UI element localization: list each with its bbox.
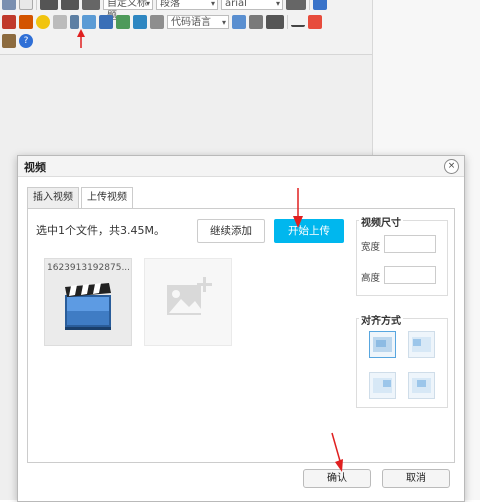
tab-insert-video[interactable]: 插入视频 <box>27 187 79 208</box>
width-label: 宽度 <box>361 242 381 253</box>
font-size-icon[interactable] <box>286 0 306 10</box>
file-name: 1623913192875... <box>47 263 129 273</box>
indent-dropdown-icon[interactable] <box>61 0 79 10</box>
code-language-select[interactable]: 代码语言 ▾ <box>167 15 229 29</box>
font-select[interactable]: arial ▾ <box>221 0 283 10</box>
scrawl-icon[interactable] <box>53 15 67 29</box>
align-center-icon <box>412 378 431 393</box>
chevron-down-icon: ▾ <box>210 0 215 8</box>
align-dropdown-icon[interactable] <box>40 0 58 10</box>
align-right-option[interactable] <box>369 372 396 399</box>
title-select[interactable]: 自定义标题▾ <box>103 0 153 22</box>
editor-toolbar: 自定义标题▾ 段落 ▾ arial ▾ 代码语言 ▾ ? <box>0 0 372 55</box>
paragraph-select-value: 段落 <box>160 0 180 9</box>
toolbar-row-2: 代码语言 ▾ <box>2 13 322 31</box>
tab-upload-video[interactable]: 上传视频 <box>81 187 133 209</box>
chevron-down-icon: ▾ <box>145 0 150 8</box>
alignment-legend: 对齐方式 <box>359 312 403 327</box>
chevron-down-icon: ▾ <box>221 18 226 27</box>
dialog-title: 视频 <box>24 161 46 174</box>
help-icon[interactable]: ? <box>19 34 33 48</box>
paste-icon[interactable] <box>2 34 16 48</box>
list-dropdown-icon[interactable] <box>82 0 100 10</box>
toolbar-separator <box>309 0 310 10</box>
align-none-option[interactable] <box>369 331 396 358</box>
template-icon[interactable] <box>232 15 246 29</box>
toolbar-separator <box>36 0 37 10</box>
toolbar-separator <box>287 15 288 29</box>
height-label: 高度 <box>361 273 381 284</box>
video-file-icon <box>65 283 111 330</box>
font-select-value: arial <box>225 0 247 9</box>
continue-add-button[interactable]: 继续添加 <box>197 219 265 243</box>
align-left-option[interactable] <box>408 331 435 358</box>
height-input[interactable] <box>384 266 436 284</box>
width-input[interactable] <box>384 235 436 253</box>
align-left-icon <box>412 337 431 352</box>
align-none-icon <box>373 337 392 352</box>
music-icon[interactable] <box>82 15 96 29</box>
red-arrow-annotation <box>293 188 303 228</box>
image-icon[interactable] <box>2 0 16 10</box>
alignment-section: 对齐方式 <box>356 312 448 408</box>
video-dialog: 视频 × 插入视频 上传视频 选中1个文件，共3.45M。 继续添加 开始上传 … <box>17 155 465 502</box>
code-language-value: 代码语言 <box>171 17 211 28</box>
add-image-placeholder[interactable] <box>144 258 232 346</box>
multi-image-icon[interactable] <box>19 15 33 29</box>
insert-image-dropdown-icon[interactable] <box>266 15 284 29</box>
start-upload-button[interactable]: 开始上传 <box>274 219 344 243</box>
toolbar-row-3: ? <box>2 32 33 50</box>
image-upload-icon[interactable] <box>2 15 16 29</box>
red-arrow-annotation <box>331 432 343 472</box>
upload-area: 选中1个文件，共3.45M。 继续添加 开始上传 1623913192875..… <box>32 213 350 457</box>
align-center-option[interactable] <box>408 372 435 399</box>
video-size-section: 视频尺寸 宽度 高度 <box>356 214 448 296</box>
dialog-header: 视频 × <box>18 156 464 177</box>
chevron-down-icon: ▾ <box>275 0 280 8</box>
gmap-icon[interactable] <box>133 15 147 29</box>
attachment-icon[interactable] <box>99 15 113 29</box>
toolbar-row-1: 自定义标题▾ 段落 ▾ arial ▾ <box>2 0 327 22</box>
save-icon[interactable] <box>313 0 327 10</box>
red-arrow-annotation <box>77 29 85 48</box>
file-thumbnail[interactable]: 1623913192875... <box>44 258 132 346</box>
video-icon[interactable] <box>70 15 79 29</box>
close-icon[interactable]: × <box>444 159 459 174</box>
video-size-legend: 视频尺寸 <box>359 214 403 229</box>
clipboard-icon[interactable] <box>19 0 33 10</box>
add-image-icon <box>167 277 212 315</box>
horizontal-line-icon[interactable] <box>291 18 305 27</box>
emoji-icon[interactable] <box>36 15 50 29</box>
paragraph-select[interactable]: 段落 ▾ <box>156 0 218 10</box>
upload-panel: 选中1个文件，共3.45M。 继续添加 开始上传 1623913192875..… <box>27 208 455 463</box>
date-icon[interactable] <box>308 15 322 29</box>
background-icon[interactable] <box>249 15 263 29</box>
align-right-icon <box>373 378 392 393</box>
cancel-button[interactable]: 取消 <box>382 469 450 488</box>
upload-summary: 选中1个文件，共3.45M。 <box>36 224 165 237</box>
frame-icon[interactable] <box>150 15 164 29</box>
map-icon[interactable] <box>116 15 130 29</box>
dialog-tabs: 插入视频 上传视频 <box>27 187 135 209</box>
